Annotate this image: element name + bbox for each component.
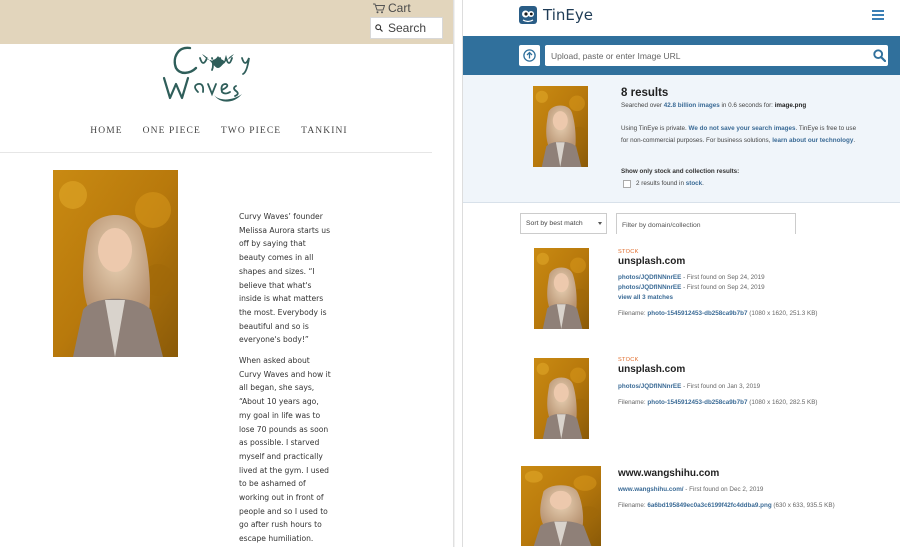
query-image-thumbnail[interactable] bbox=[533, 86, 588, 167]
result-filename-line: Filename: 6a6bd195849ec0a3c6199f42fc4ddb… bbox=[618, 502, 835, 509]
result-domain[interactable]: www.wangshihu.com bbox=[618, 468, 719, 479]
site-search-box[interactable] bbox=[370, 17, 443, 39]
article-paragraph: Curvy Waves’ founder Melissa Aurora star… bbox=[239, 212, 331, 345]
result-domain[interactable]: unsplash.com bbox=[618, 364, 685, 375]
privacy-text-3: . bbox=[853, 137, 856, 145]
tineye-logo-icon[interactable] bbox=[519, 6, 537, 24]
stock-filter-title: Show only stock and collection results: bbox=[621, 168, 740, 175]
curvy-waves-pane: Cart HOME ONE PIECE TWO PIECE TANKINI Cu… bbox=[0, 0, 455, 547]
match-meta: - First found on Jan 3, 2019 bbox=[681, 383, 761, 390]
search-icon bbox=[375, 24, 383, 32]
chevron-down-icon bbox=[598, 222, 602, 225]
filesize-value: (1080 x 1620, 282.5 KB) bbox=[747, 399, 818, 406]
result-thumbnail[interactable] bbox=[534, 358, 589, 439]
cart-label: Cart bbox=[388, 1, 411, 15]
filesize-value: (1080 x 1620, 251.3 KB) bbox=[747, 310, 818, 317]
filename-label: Filename: bbox=[618, 502, 648, 509]
cart-icon bbox=[373, 3, 385, 13]
result-match-line: photos/JQDflNNnrEE - First found on Sep … bbox=[618, 284, 765, 291]
stock-badge: STOCK bbox=[618, 249, 639, 255]
filename-value: 6a6bd195849ec0a3c6199f42fc4ddba9.png bbox=[647, 502, 772, 509]
search-stats: Searched over 42.8 billion images in 0.6… bbox=[621, 102, 806, 109]
image-url-field[interactable] bbox=[545, 45, 888, 66]
stock-text-end: . bbox=[702, 180, 704, 187]
filename-value: photo-1545912453-db258ca9b7b7 bbox=[647, 399, 748, 406]
nav-home[interactable]: HOME bbox=[90, 126, 122, 136]
stock-only-checkbox[interactable] bbox=[623, 180, 631, 188]
domain-filter-field[interactable] bbox=[616, 213, 796, 235]
match-link[interactable]: photos/JQDflNNnrEE bbox=[618, 383, 681, 390]
result-match-line: photos/JQDflNNnrEE - First found on Jan … bbox=[618, 383, 760, 390]
upload-button[interactable] bbox=[519, 45, 540, 66]
stock-text: 2 results found in bbox=[636, 180, 686, 187]
stats-text-2: in 0.6 seconds for: bbox=[719, 102, 775, 109]
result-domain[interactable]: unsplash.com bbox=[618, 256, 685, 267]
search-icon bbox=[872, 49, 886, 62]
site-search-input[interactable] bbox=[388, 21, 440, 35]
curvy-waves-logo bbox=[162, 46, 250, 102]
image-url-input[interactable] bbox=[545, 46, 870, 65]
technology-link[interactable]: learn about our technology bbox=[772, 137, 853, 144]
result-match-line: www.wangshihu.com/ - First found on Dec … bbox=[618, 486, 763, 493]
nav-tankini[interactable]: TANKINI bbox=[301, 126, 348, 136]
cart-link[interactable]: Cart bbox=[373, 1, 411, 15]
search-submit-button[interactable] bbox=[870, 47, 888, 65]
article-text: Curvy Waves’ founder Melissa Aurora star… bbox=[239, 210, 331, 547]
filename-label: Filename: bbox=[618, 399, 648, 406]
match-meta: - First found on Sep 24, 2019 bbox=[681, 274, 765, 281]
privacy-link[interactable]: We do not save your search images bbox=[689, 125, 796, 132]
results-count: 8 results bbox=[621, 87, 669, 99]
stock-link[interactable]: stock bbox=[686, 180, 702, 187]
view-all-matches-link[interactable]: view all 3 matches bbox=[618, 294, 673, 301]
match-link[interactable]: www.wangshihu.com/ bbox=[618, 486, 684, 493]
founder-photo bbox=[53, 170, 178, 357]
stock-filter-label: 2 results found in stock. bbox=[636, 180, 704, 187]
result-filename-line: Filename: photo-1545912453-db258ca9b7b7 … bbox=[618, 310, 818, 317]
article-paragraph: When asked about Curvy Waves and how it … bbox=[239, 356, 331, 544]
nav-two-piece[interactable]: TWO PIECE bbox=[221, 126, 281, 136]
stats-text: Searched over bbox=[621, 102, 664, 109]
filename-value: photo-1545912453-db258ca9b7b7 bbox=[647, 310, 748, 317]
match-link[interactable]: photos/JQDflNNnrEE bbox=[618, 274, 681, 281]
upload-icon bbox=[523, 49, 536, 62]
match-meta: - First found on Sep 24, 2019 bbox=[681, 284, 765, 291]
domain-filter-input[interactable] bbox=[617, 216, 795, 235]
stats-count: 42.8 billion images bbox=[663, 102, 720, 109]
filesize-value: (630 x 633, 935.5 KB) bbox=[771, 502, 835, 509]
sort-label: Sort by best match bbox=[526, 220, 583, 227]
match-meta: - First found on Dec 2, 2019 bbox=[683, 486, 764, 493]
privacy-text: Using TinEye is private. bbox=[621, 125, 689, 132]
left-scrollbar[interactable] bbox=[453, 0, 455, 547]
match-link[interactable]: photos/JQDflNNnrEE bbox=[618, 284, 681, 291]
sort-dropdown[interactable]: Sort by best match bbox=[520, 213, 607, 234]
result-thumbnail[interactable] bbox=[521, 466, 601, 546]
privacy-note: Using TinEye is private. We do not save … bbox=[621, 123, 857, 147]
filename-label: Filename: bbox=[618, 310, 648, 317]
result-match-line: photos/JQDflNNnrEE - First found on Sep … bbox=[618, 274, 765, 281]
result-filename-line: Filename: photo-1545912453-db258ca9b7b7 … bbox=[618, 399, 818, 406]
view-all-line: view all 3 matches bbox=[618, 294, 673, 301]
result-thumbnail[interactable] bbox=[534, 248, 589, 329]
tineye-pane: TinEye 8 results Searched over 42.8 bill… bbox=[462, 0, 900, 547]
nav-divider bbox=[0, 152, 432, 153]
hamburger-menu-icon[interactable] bbox=[872, 10, 884, 20]
nav-one-piece[interactable]: ONE PIECE bbox=[143, 126, 201, 136]
stock-badge: STOCK bbox=[618, 357, 639, 363]
site-nav: HOME ONE PIECE TWO PIECE TANKINI bbox=[0, 126, 430, 136]
tineye-brand[interactable]: TinEye bbox=[543, 6, 593, 24]
stats-filename: image.png bbox=[774, 102, 807, 109]
